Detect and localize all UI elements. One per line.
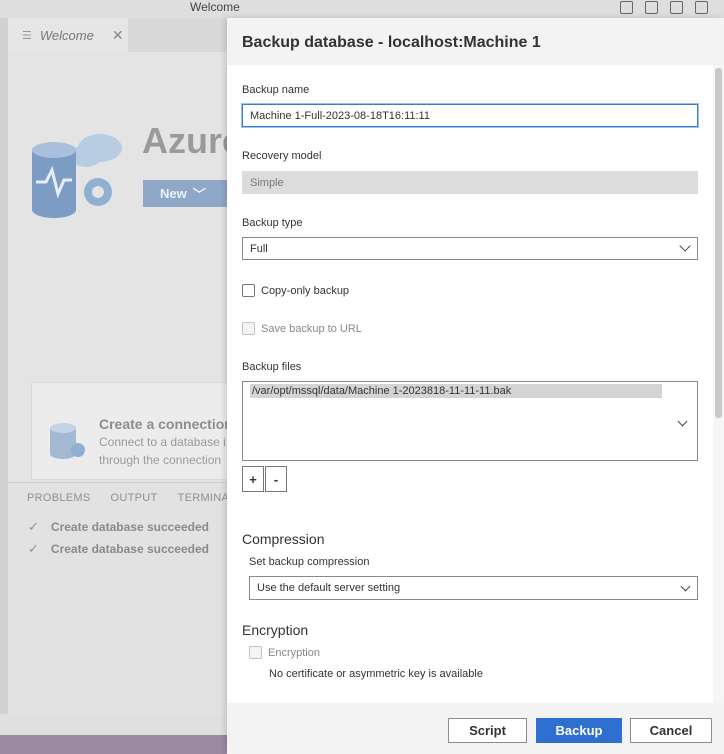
- encryption-checkbox: [249, 646, 262, 659]
- editor-tab-bar: ☰ Welcome ✕: [8, 18, 228, 52]
- panel-bottom: [0, 714, 228, 735]
- save-to-url-label: Save backup to URL: [261, 322, 362, 335]
- window-title: Welcome: [190, 0, 240, 14]
- cancel-button[interactable]: Cancel: [630, 718, 712, 743]
- backup-name-value: Machine 1-Full-2023-08-18T16:11:11: [250, 109, 430, 122]
- backup-button[interactable]: Backup: [536, 718, 622, 743]
- window-titlebar: Welcome: [0, 0, 724, 18]
- task-message: ✓ Create database succeeded: [28, 519, 209, 535]
- encryption-note: No certificate or asymmetric key is avai…: [269, 668, 483, 680]
- remove-file-button[interactable]: -: [265, 466, 287, 492]
- backup-database-dialog: Backup database - localhost:Machine 1 Ba…: [227, 18, 724, 754]
- backup-files-list[interactable]: /var/opt/mssql/data/Machine 1-2023818-11…: [242, 381, 698, 461]
- panel-tabs: PROBLEMS OUTPUT TERMINA: [27, 492, 229, 504]
- task-message: ✓ Create database succeeded: [28, 541, 209, 557]
- backup-type-label: Backup type: [242, 217, 303, 229]
- azure-data-studio-logo: [32, 134, 122, 218]
- tab-lines-icon: ☰: [22, 29, 32, 42]
- compression-heading: Compression: [242, 531, 325, 547]
- chevron-down-icon: ﹀: [192, 187, 206, 202]
- add-file-button[interactable]: +: [242, 466, 264, 492]
- set-compression-label: Set backup compression: [249, 556, 370, 568]
- layout-controls: [620, 1, 708, 14]
- chevron-down-icon: [680, 581, 691, 592]
- save-to-url-checkbox: [242, 322, 255, 335]
- toggle-panel-icon[interactable]: [645, 1, 658, 14]
- customize-layout-icon[interactable]: [695, 1, 708, 14]
- chevron-down-icon: [679, 240, 691, 252]
- create-connection-desc-cont: through the connection: [99, 453, 222, 467]
- status-bar: [0, 735, 228, 754]
- recovery-model-label: Recovery model: [242, 150, 322, 162]
- new-button-label: New: [160, 186, 187, 201]
- encryption-heading: Encryption: [242, 622, 309, 638]
- tab-terminal[interactable]: TERMINA: [178, 492, 230, 504]
- dialog-header: Backup database - localhost:Machine 1: [227, 18, 724, 65]
- chevron-down-icon[interactable]: [677, 416, 688, 427]
- recovery-model-field: Simple: [242, 171, 698, 194]
- tab-output[interactable]: OUTPUT: [111, 492, 158, 504]
- create-connection-title: Create a connection: [99, 416, 233, 432]
- encryption-label: Encryption: [268, 646, 320, 659]
- backup-type-select[interactable]: Full: [242, 237, 698, 260]
- dialog-title: Backup database - localhost:Machine 1: [242, 34, 541, 51]
- check-icon: ✓: [28, 519, 39, 534]
- bottom-panel: [8, 482, 228, 714]
- database-icon: [50, 423, 85, 459]
- tab-problems[interactable]: PROBLEMS: [27, 492, 91, 504]
- create-connection-desc: Connect to a database i: [99, 435, 226, 449]
- compression-select[interactable]: Use the default server setting: [249, 576, 698, 600]
- tab-label: Welcome: [39, 27, 94, 43]
- script-button[interactable]: Script: [448, 718, 527, 743]
- toggle-secondary-sidebar-icon[interactable]: [670, 1, 683, 14]
- tab-welcome[interactable]: ☰ Welcome ✕: [8, 18, 128, 52]
- backup-name-label: Backup name: [242, 84, 310, 96]
- check-icon: ✓: [28, 541, 39, 556]
- save-to-url-row: Save backup to URL: [242, 322, 362, 335]
- close-icon[interactable]: ✕: [112, 27, 124, 44]
- dialog-footer: Script Backup Cancel: [227, 703, 724, 754]
- task-message-text: Create database succeeded: [50, 520, 209, 534]
- backup-name-input[interactable]: Machine 1-Full-2023-08-18T16:11:11: [242, 104, 698, 127]
- activity-bar: [0, 18, 8, 738]
- copy-only-backup-checkbox[interactable]: [242, 284, 255, 297]
- backup-files-label: Backup files: [242, 361, 302, 373]
- recovery-model-value: Simple: [250, 176, 284, 189]
- task-message-text: Create database succeeded: [50, 542, 209, 556]
- new-button[interactable]: New ﹀: [143, 180, 227, 207]
- copy-only-backup-label: Copy-only backup: [261, 284, 350, 297]
- copy-only-backup-row[interactable]: Copy-only backup: [242, 284, 349, 297]
- backup-file-item[interactable]: /var/opt/mssql/data/Machine 1-2023818-11…: [250, 384, 662, 398]
- dialog-body: Backup name Machine 1-Full-2023-08-18T16…: [227, 65, 724, 703]
- compression-value: Use the default server setting: [257, 582, 401, 594]
- backup-type-value: Full: [250, 242, 268, 255]
- toggle-sidebar-icon[interactable]: [620, 1, 633, 14]
- encryption-row: Encryption: [249, 646, 320, 659]
